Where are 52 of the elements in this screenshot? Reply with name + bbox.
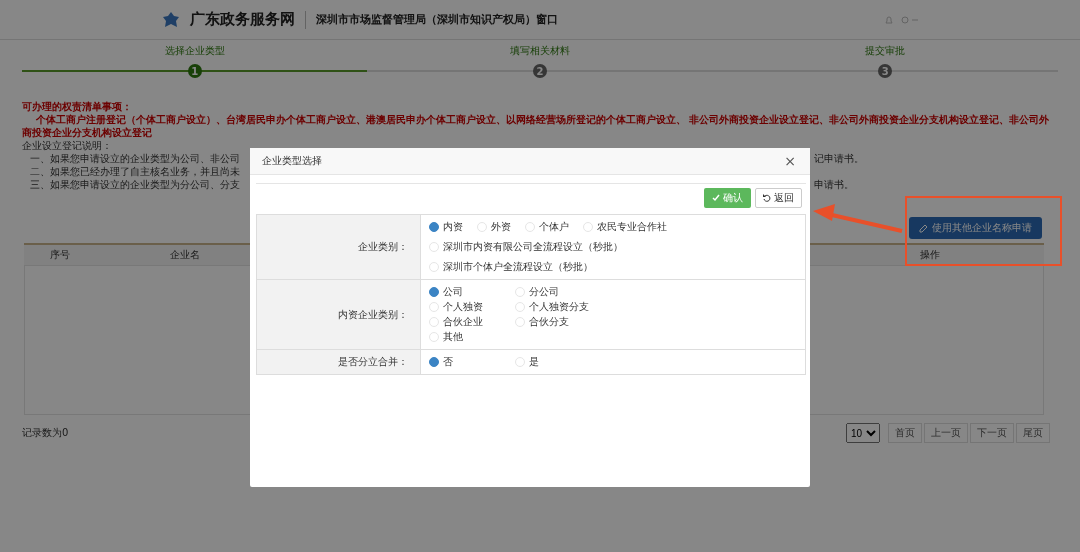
undo-icon xyxy=(763,194,771,202)
step-label: 选择企业类型 xyxy=(164,44,225,58)
radio-option[interactable]: 否 xyxy=(429,355,509,369)
form-label: 是否分立合并： xyxy=(257,350,421,374)
step-label: 提交审批 xyxy=(865,44,906,58)
edit-icon xyxy=(919,223,928,233)
radio-option[interactable]: 合伙企业 xyxy=(429,315,509,329)
radio-button[interactable] xyxy=(429,357,439,367)
form-label: 企业类别： xyxy=(257,215,421,279)
radio-option[interactable]: 外资 xyxy=(477,220,511,234)
bell-icon[interactable] xyxy=(884,14,894,25)
radio-button[interactable] xyxy=(429,287,439,297)
guide-line-end: 记申请书。 xyxy=(814,152,864,165)
radio-option[interactable]: 深圳市内资有限公司全流程设立（秒批） xyxy=(429,240,797,254)
guide-line-end: 申请书。 xyxy=(814,178,854,191)
step-label: 填写相关材料 xyxy=(510,44,570,58)
guide-line: 三、如果您申请设立的企业类型为分公司、分支 xyxy=(30,178,240,191)
notice-heading: 可办理的权责清单事项： xyxy=(22,100,133,113)
radio-option[interactable]: 农民专业合作社 xyxy=(583,220,667,234)
window-title: 深圳市市场监督管理局（深圳市知识产权局）窗口 xyxy=(316,12,558,27)
radio-option[interactable]: 深圳市个体户全流程设立（秒批） xyxy=(429,260,797,274)
radio-option[interactable]: 分公司 xyxy=(515,285,595,299)
dialog-title: 企业类型选择 xyxy=(262,154,322,168)
radio-option[interactable]: 个体户 xyxy=(525,220,569,234)
guide-title: 企业设立登记说明： xyxy=(22,139,113,152)
step-number: 2 xyxy=(533,64,547,78)
radio-option[interactable]: 其他 xyxy=(429,330,509,344)
radio-option[interactable]: 合伙分支 xyxy=(515,315,595,329)
use-other-name-button[interactable]: 使用其他企业名称申请 xyxy=(909,217,1042,239)
logo-icon xyxy=(162,10,180,29)
column-header: 企业名 xyxy=(169,248,201,262)
radio-option[interactable]: 内资 xyxy=(429,220,463,234)
site-title: 广东政务服务网 xyxy=(190,10,295,29)
radio-button[interactable] xyxy=(429,222,439,232)
check-icon xyxy=(712,194,720,202)
back-button[interactable]: 返回 xyxy=(755,188,802,208)
step-number: 1 xyxy=(187,64,202,78)
notice-items: 个体工商户注册登记（个体工商户设立）、台湾居民申办个体工商户设立、港澳居民申办个体工商户设立、以网络经营场所登记的个体工商户设立、 非公司外商投资企业设立登记、非公司外商投资企业分支机构设立登记、非公司外商投资企业分支机构设立登记 xyxy=(22,113,1051,139)
radio-option[interactable]: 个人独资分支 xyxy=(515,300,595,314)
record-count: 记录数为0 xyxy=(22,426,69,440)
form-label: 内资企业类别： xyxy=(257,280,421,349)
page-size-select[interactable]: 10 xyxy=(846,423,880,443)
user-icon[interactable] xyxy=(900,14,920,25)
radio-option[interactable]: 个人独资 xyxy=(429,300,509,314)
radio-option[interactable]: 公司 xyxy=(429,285,509,299)
close-button[interactable]: × xyxy=(782,153,798,169)
column-header: 序号 xyxy=(49,248,71,262)
pager-button[interactable]: 尾页 xyxy=(1016,423,1050,443)
radio-option[interactable]: 是 xyxy=(515,355,595,369)
pager-button[interactable]: 首页 xyxy=(888,423,922,443)
step-number: 3 xyxy=(878,64,893,78)
column-header: 操作 xyxy=(919,248,941,262)
